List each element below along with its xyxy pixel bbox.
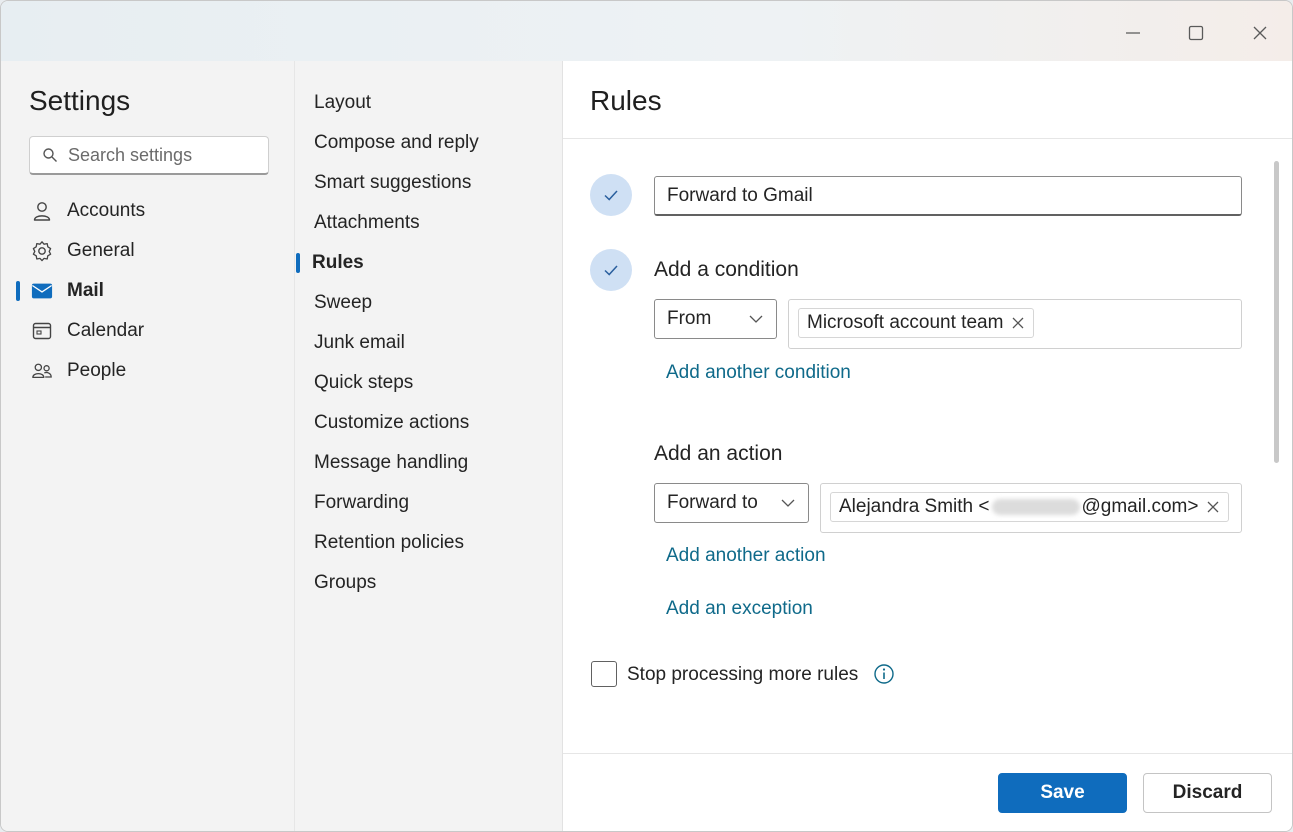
stop-processing-checkbox[interactable] (591, 661, 617, 687)
chip-label-prefix: Alejandra Smith < (839, 496, 990, 517)
close-button[interactable] (1242, 15, 1278, 51)
nav-item-mail[interactable]: Mail (1, 271, 295, 311)
title-bar (1, 1, 1292, 61)
gear-icon (31, 240, 53, 262)
menu-item-smart-suggestions[interactable]: Smart suggestions (295, 165, 563, 201)
minimize-button[interactable] (1115, 15, 1151, 51)
people-icon (31, 360, 53, 382)
menu-item-rules[interactable]: Rules (295, 245, 563, 281)
action-heading: Add an action (654, 442, 783, 465)
search-icon (43, 148, 57, 162)
chevron-down-icon (749, 315, 763, 323)
action-field-dropdown[interactable]: Forward to (654, 483, 809, 523)
nav-item-calendar[interactable]: Calendar (1, 311, 295, 351)
redacted-text (991, 499, 1080, 515)
checkmark-icon (604, 265, 618, 276)
settings-sidebar: Settings Accounts General Mail (1, 61, 295, 831)
nav-label: Accounts (67, 200, 146, 221)
recipient-chip[interactable]: Alejandra Smith < @gmail.com> (830, 492, 1230, 522)
page-title: Rules (590, 85, 662, 116)
rules-panel: Rules Forward to Gmail Add a condition F… (563, 61, 1292, 831)
add-another-condition-link[interactable]: Add another condition (666, 362, 851, 384)
nav-label: Mail (67, 280, 104, 301)
menu-item-attachments[interactable]: Attachments (295, 205, 563, 241)
action-value-input[interactable]: Alejandra Smith < @gmail.com> (820, 483, 1242, 533)
recipient-chip[interactable]: Microsoft account team (798, 308, 1035, 338)
info-icon[interactable] (873, 663, 895, 685)
add-exception-link[interactable]: Add an exception (666, 598, 813, 620)
search-input[interactable] (68, 144, 248, 166)
menu-item-forwarding[interactable]: Forwarding (295, 485, 563, 521)
remove-chip-icon[interactable] (1206, 500, 1220, 514)
divider (563, 753, 1292, 754)
maximize-icon (1188, 25, 1204, 41)
mail-icon (31, 280, 53, 302)
rule-name-input[interactable]: Forward to Gmail (654, 176, 1242, 216)
step-complete-indicator (590, 174, 632, 216)
menu-item-retention-policies[interactable]: Retention policies (295, 525, 563, 561)
condition-value-input[interactable]: Microsoft account team (788, 299, 1242, 349)
settings-title: Settings (29, 85, 131, 116)
condition-heading: Add a condition (654, 258, 799, 281)
condition-field-dropdown[interactable]: From (654, 299, 777, 339)
maximize-button[interactable] (1178, 15, 1214, 51)
nav-label: Calendar (67, 320, 145, 341)
menu-item-junk-email[interactable]: Junk email (295, 325, 563, 361)
menu-item-customize-actions[interactable]: Customize actions (295, 405, 563, 441)
dropdown-value: From (667, 308, 712, 329)
nav-item-accounts[interactable]: Accounts (1, 191, 295, 231)
save-button[interactable]: Save (998, 773, 1127, 813)
nav-item-people[interactable]: People (1, 351, 295, 391)
add-another-action-link[interactable]: Add another action (666, 545, 826, 567)
scrollbar[interactable] (1274, 161, 1279, 463)
menu-item-sweep[interactable]: Sweep (295, 285, 563, 321)
nav-label: General (67, 240, 135, 261)
dropdown-value: Forward to (667, 492, 758, 513)
menu-item-compose-and-reply[interactable]: Compose and reply (295, 125, 563, 161)
menu-item-layout[interactable]: Layout (295, 85, 563, 121)
minimize-icon (1126, 32, 1140, 34)
person-icon (31, 200, 53, 222)
menu-item-message-handling[interactable]: Message handling (295, 445, 563, 481)
menu-item-quick-steps[interactable]: Quick steps (295, 365, 563, 401)
mail-settings-menu: Layout Compose and reply Smart suggestio… (295, 61, 563, 831)
checkmark-icon (604, 190, 618, 201)
search-box[interactable] (29, 136, 269, 175)
nav-label: People (67, 360, 127, 381)
chip-label: Microsoft account team (807, 312, 1004, 333)
calendar-icon (31, 320, 53, 342)
close-icon (1253, 26, 1267, 40)
remove-chip-icon[interactable] (1011, 316, 1025, 330)
discard-button[interactable]: Discard (1143, 773, 1272, 813)
settings-window: Settings Accounts General Mail (0, 0, 1293, 832)
chip-label-suffix: @gmail.com> (1081, 496, 1199, 517)
menu-item-groups[interactable]: Groups (295, 565, 563, 601)
chevron-down-icon (781, 499, 795, 507)
stop-processing-label: Stop processing more rules (627, 664, 859, 685)
divider (563, 138, 1292, 139)
nav-item-general[interactable]: General (1, 231, 295, 271)
step-complete-indicator (590, 249, 632, 291)
